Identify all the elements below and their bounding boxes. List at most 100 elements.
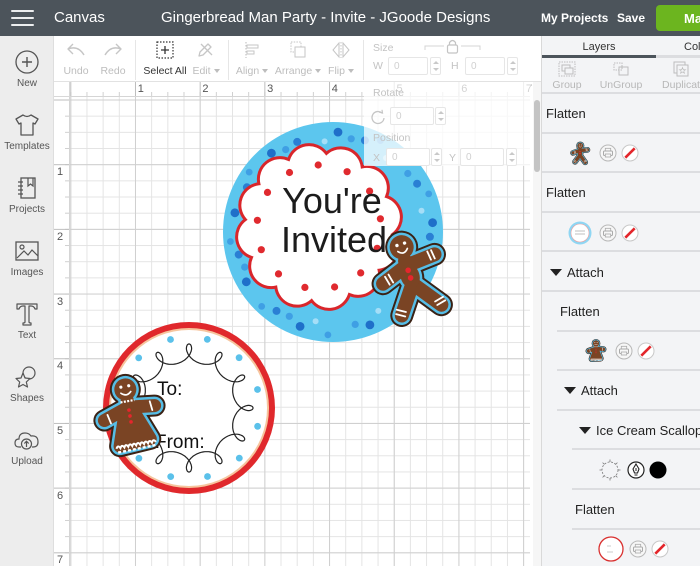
lock-proportions-icon[interactable] <box>424 38 482 56</box>
expand-caret-icon[interactable] <box>550 268 562 276</box>
red-dot <box>257 246 265 254</box>
no-color-icon[interactable] <box>651 540 669 558</box>
group-button[interactable]: Group <box>542 61 597 91</box>
flip-dropdown[interactable]: Flip <box>314 38 368 80</box>
tab-layers[interactable]: Layers <box>542 36 656 58</box>
red-dot <box>357 269 365 277</box>
width-stepper[interactable] <box>430 57 441 75</box>
print-icon[interactable] <box>629 540 647 558</box>
arrange-icon <box>290 41 306 58</box>
ring-dot <box>428 218 437 228</box>
y-position-stepper[interactable] <box>506 148 517 166</box>
tshirt-icon <box>15 114 39 136</box>
invite-text-line1: You're <box>282 180 382 221</box>
ring-dot <box>227 238 234 245</box>
sidebar-item-label: Templates <box>4 141 50 152</box>
x-position-stepper[interactable] <box>431 148 442 166</box>
ring-dot <box>285 312 293 320</box>
ring-dot <box>418 207 425 214</box>
group-icon <box>558 61 576 77</box>
save-button[interactable]: Save <box>617 11 645 25</box>
cloud-upload-icon <box>14 432 39 450</box>
undo-icon <box>67 43 85 56</box>
x-position-input[interactable]: 0 <box>386 148 430 166</box>
make-it-button[interactable]: Ma <box>656 5 700 31</box>
ring-dot <box>321 138 328 145</box>
ring-dot <box>425 232 434 241</box>
scrollbar-thumb[interactable] <box>534 100 540 172</box>
red-dot <box>253 216 261 224</box>
layer-group-row[interactable]: Flatten <box>542 292 700 332</box>
sidebar-item-shapes[interactable]: Shapes <box>0 364 54 420</box>
layer-group-row[interactable]: Attach <box>542 252 700 292</box>
height-stepper[interactable] <box>507 57 518 75</box>
sidebar-item-new[interactable]: New <box>0 49 54 105</box>
layer-item-row[interactable] <box>542 530 700 566</box>
no-color-icon[interactable] <box>637 342 655 360</box>
select-all-icon <box>156 41 174 59</box>
ring-dot <box>351 320 359 328</box>
expand-caret-icon[interactable] <box>579 427 591 435</box>
red-dot <box>301 283 309 291</box>
my-projects-link[interactable]: My Projects <box>541 11 608 25</box>
canvas-scrollbar[interactable] <box>533 82 541 566</box>
to-from-tag-thumbnail <box>598 536 624 562</box>
to-from-gift-tag[interactable]: To: From: <box>97 322 275 494</box>
layer-item-row[interactable] <box>542 213 700 253</box>
redo-icon <box>104 43 122 56</box>
flip-icon <box>332 41 350 59</box>
expand-caret-icon[interactable] <box>564 387 576 395</box>
section-title: Canvas <box>54 9 105 26</box>
layer-item-row[interactable] <box>542 134 700 174</box>
sidebar-item-templates[interactable]: Templates <box>0 112 54 168</box>
ring-dot <box>333 127 343 137</box>
rotate-input[interactable]: 0 <box>390 107 434 125</box>
sidebar-item-images[interactable]: Images <box>0 238 54 294</box>
layer-group-label: Ice Cream Scallop <box>596 423 700 439</box>
duplicate-button[interactable]: Duplicat <box>651 61 700 91</box>
color-swatch-black[interactable] <box>649 461 667 479</box>
sidebar-item-label: Projects <box>8 204 46 215</box>
print-icon[interactable] <box>615 342 633 360</box>
hamburger-menu-icon[interactable] <box>11 9 35 27</box>
sidebar-item-text[interactable]: Text <box>0 301 54 357</box>
print-icon[interactable] <box>599 144 617 162</box>
height-input[interactable]: 0 <box>465 57 505 75</box>
ring-dot <box>365 320 375 330</box>
pen-draw-icon[interactable] <box>627 461 645 479</box>
layer-group-row[interactable]: Attach <box>542 371 700 411</box>
plus-circle-icon <box>15 50 39 74</box>
layer-group-row[interactable]: Flatten <box>542 490 700 530</box>
toolbar-divider <box>135 40 136 80</box>
y-position-input[interactable]: 0 <box>460 148 504 166</box>
width-label: W <box>373 60 383 72</box>
app-header: Canvas Gingerbread Man Party - Invite - … <box>0 0 700 36</box>
ring-dot <box>295 322 305 331</box>
layer-group-row[interactable]: Flatten <box>542 173 700 213</box>
tag-dot <box>204 473 211 480</box>
layer-item-row[interactable] <box>542 450 700 490</box>
left-sidebar: New Templates Projects Images Text Shape… <box>0 36 54 566</box>
rotate-stepper[interactable] <box>435 107 446 125</box>
layer-group-row[interactable]: Ice Cream Scallop <box>542 411 700 451</box>
sidebar-item-upload[interactable]: Upload <box>0 427 54 483</box>
youre-invited-thumbnail <box>568 220 592 246</box>
layer-group-label: Flatten <box>560 304 600 320</box>
tab-color-sync[interactable]: Col <box>656 36 700 58</box>
print-icon[interactable] <box>599 224 617 242</box>
ungroup-button[interactable]: UnGroup <box>591 61 651 91</box>
no-color-icon[interactable] <box>621 144 639 162</box>
sidebar-item-projects[interactable]: Projects <box>0 175 54 231</box>
no-color-icon[interactable] <box>621 224 639 242</box>
tag-dot <box>235 454 243 462</box>
redo-button[interactable]: Redo <box>86 38 140 80</box>
tag-dot <box>167 336 174 343</box>
layer-item-row[interactable] <box>542 332 700 372</box>
layer-group-label: Flatten <box>546 185 586 201</box>
layers-panel: Layers Col Group UnGroup Duplicat Flatte… <box>541 36 700 566</box>
width-input[interactable]: 0 <box>388 57 428 75</box>
ring-dot <box>404 169 412 178</box>
layer-group-row[interactable]: Flatten <box>542 94 700 134</box>
tag-dot <box>135 454 143 462</box>
sidebar-item-label: Images <box>10 267 44 278</box>
